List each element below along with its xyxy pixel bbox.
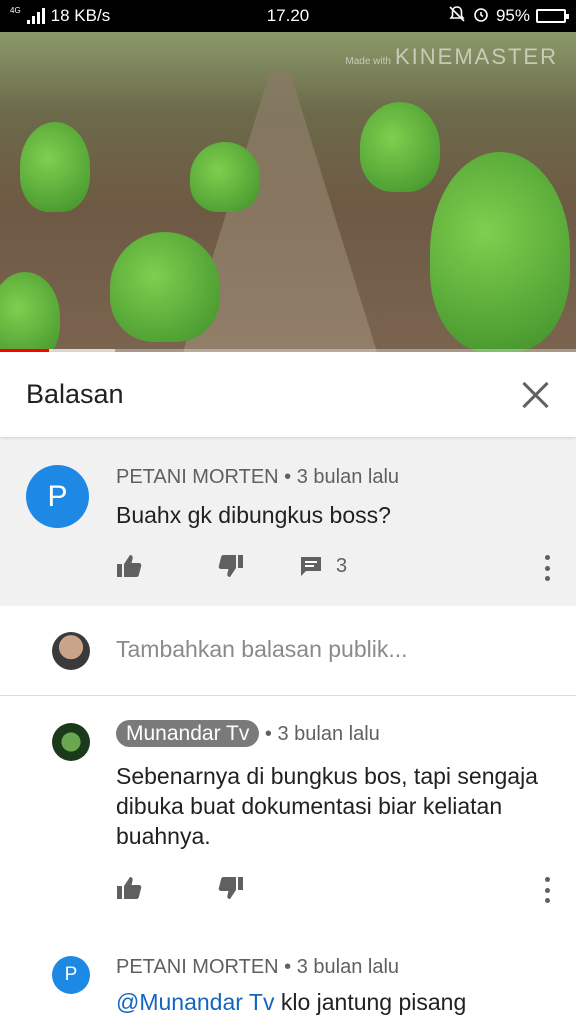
parent-comment: P PETANI MORTEN • 3 bulan lalu Buahx gk … xyxy=(0,440,576,606)
reply-item: P PETANI MORTEN • 3 bulan lalu @Munandar… xyxy=(0,937,576,1024)
comment-actions xyxy=(114,873,246,903)
like-icon[interactable] xyxy=(114,551,144,581)
video-plant xyxy=(0,272,60,352)
comment-meta: PETANI MORTEN • 3 bulan lalu xyxy=(116,956,399,979)
comment-author[interactable]: PETANI MORTEN xyxy=(116,956,279,978)
more-options-icon[interactable] xyxy=(542,877,552,903)
alarm-icon xyxy=(472,5,490,28)
comment-time: 3 bulan lalu xyxy=(296,466,400,488)
reply-item: Munandar Tv • 3 bulan lalu Sebenarnya di… xyxy=(0,697,576,937)
video-plant xyxy=(190,142,260,212)
meta-separator: • xyxy=(284,466,292,488)
comment-meta: Munandar Tv • 3 bulan lalu xyxy=(116,720,380,747)
avatar-letter: P xyxy=(64,964,78,985)
video-plant xyxy=(430,152,570,352)
avatar[interactable]: P xyxy=(26,465,89,528)
panel-title: Balasan xyxy=(26,379,124,409)
status-bar: 4G 18 KB/s 17.20 95% xyxy=(0,0,576,32)
dislike-icon[interactable] xyxy=(216,873,246,903)
comment-actions: 3 xyxy=(114,551,347,581)
user-avatar xyxy=(52,632,90,670)
video-plant xyxy=(360,102,440,192)
video-player[interactable]: Made with KINEMASTER xyxy=(0,32,576,352)
avatar-letter: P xyxy=(47,479,68,513)
avatar[interactable] xyxy=(52,723,90,761)
reply-icon[interactable] xyxy=(296,551,326,581)
comment-text-body: klo jantung pisang xyxy=(280,989,467,1015)
video-watermark: Made with KINEMASTER xyxy=(345,44,558,69)
replies-header: Balasan xyxy=(0,352,576,438)
more-options-icon[interactable] xyxy=(542,555,552,581)
like-icon[interactable] xyxy=(114,873,144,903)
mention-link[interactable]: @Munandar Tv xyxy=(116,989,274,1015)
signal-icon xyxy=(26,8,45,24)
reply-input-row xyxy=(0,606,576,696)
avatar[interactable]: P xyxy=(52,956,90,994)
meta-separator: • xyxy=(264,723,272,745)
close-icon[interactable] xyxy=(520,380,550,410)
video-plant xyxy=(20,122,90,212)
reply-count: 3 xyxy=(336,554,348,577)
mute-icon xyxy=(448,5,466,28)
dislike-icon[interactable] xyxy=(216,551,246,581)
video-plant xyxy=(110,232,220,342)
comment-author[interactable]: Munandar Tv xyxy=(116,720,260,747)
network-type: 4G xyxy=(10,5,21,15)
comment-time: 3 bulan lalu xyxy=(277,723,380,745)
comment-time: 3 bulan lalu xyxy=(296,956,400,978)
comment-text: @Munandar Tv klo jantung pisang xyxy=(116,987,556,1017)
comment-text: Buahx gk dibungkus boss? xyxy=(116,502,391,528)
reply-input[interactable] xyxy=(116,636,556,663)
comment-meta: PETANI MORTEN • 3 bulan lalu xyxy=(116,466,399,489)
battery-icon xyxy=(536,9,569,23)
comment-author[interactable]: PETANI MORTEN xyxy=(116,466,279,488)
battery-percent: 95% xyxy=(495,6,530,25)
comment-text: Sebenarnya di bungkus bos, tapi sengaja … xyxy=(116,763,538,849)
meta-separator: • xyxy=(284,956,292,978)
network-speed: 18 KB/s xyxy=(50,6,111,25)
clock: 17.20 xyxy=(266,6,310,25)
